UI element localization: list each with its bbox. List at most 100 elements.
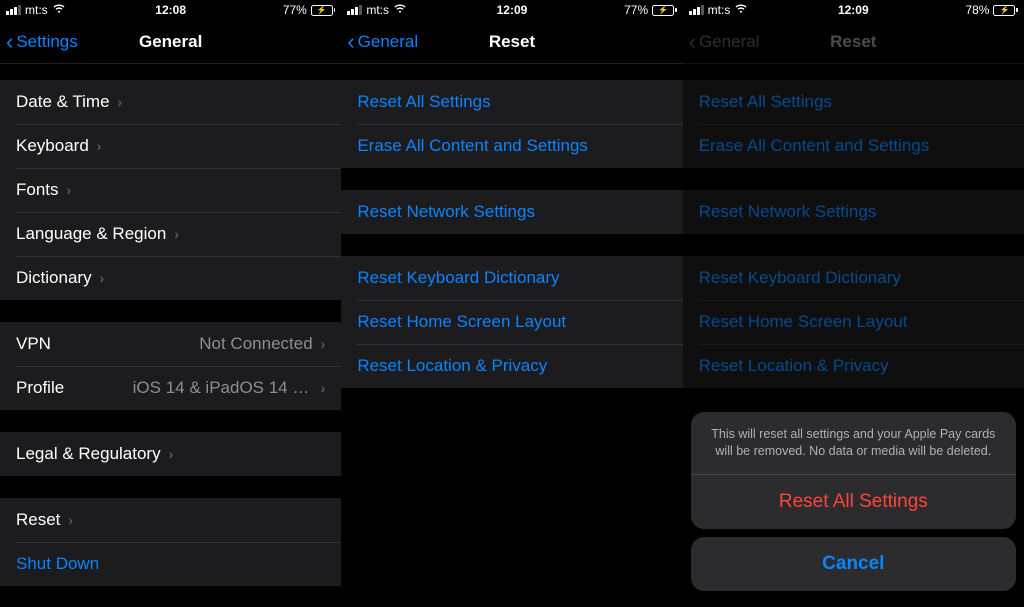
action-sheet-cancel-group: Cancel — [691, 537, 1016, 591]
signal-icon — [6, 5, 21, 15]
list-row[interactable]: Fonts › — [0, 168, 341, 212]
wifi-icon — [52, 3, 66, 17]
list-row[interactable]: Reset Network Settings — [341, 190, 682, 234]
row-label: Reset Location & Privacy — [357, 356, 547, 376]
back-button[interactable]: ‹ General — [341, 31, 418, 53]
list-row[interactable]: Reset Home Screen Layout — [341, 300, 682, 344]
group-legal: Legal & Regulatory› — [0, 432, 341, 476]
group-reset-all: Reset All SettingsErase All Content and … — [683, 80, 1024, 168]
nav-bar: ‹ Settings General — [0, 20, 341, 64]
row-label: Keyboard — [16, 136, 89, 156]
battery-pct-label: 77% — [624, 3, 648, 17]
signal-icon — [347, 5, 362, 15]
row-label: Language & Region — [16, 224, 166, 244]
chevron-right-icon: › — [100, 270, 105, 286]
clock-label: 12:09 — [838, 3, 869, 17]
nav-bar: ‹ General Reset — [683, 20, 1024, 64]
signal-icon — [689, 5, 704, 15]
list-row[interactable]: Reset Keyboard Dictionary — [683, 256, 1024, 300]
chevron-right-icon: › — [174, 226, 179, 242]
screen-reset-confirm: mt:s 12:09 78% ⚡ ‹ General Reset Reset A… — [683, 0, 1024, 607]
chevron-right-icon: › — [321, 336, 326, 352]
row-label: Reset Keyboard Dictionary — [699, 268, 901, 288]
action-sheet-message: This will reset all settings and your Ap… — [691, 412, 1016, 475]
chevron-left-icon: ‹ — [6, 31, 13, 53]
list-row[interactable]: Erase All Content and Settings — [341, 124, 682, 168]
group-reset-misc: Reset Keyboard Dictionary Reset Home Scre… — [683, 256, 1024, 388]
group-reset-all: Reset All Settings Erase All Content and … — [341, 80, 682, 168]
group-datetime: Date & Time›Keyboard›Fonts›Language & Re… — [0, 80, 341, 300]
group-reset: Reset › Shut Down — [0, 498, 341, 586]
list-row[interactable]: Erase All Content and Settings — [683, 124, 1024, 168]
row-label: Reset All Settings — [357, 92, 490, 112]
chevron-left-icon: ‹ — [689, 31, 696, 53]
row-value: Not Connected — [199, 334, 312, 354]
list-row[interactable]: Reset Home Screen Layout — [683, 300, 1024, 344]
row-label: Date & Time — [16, 92, 110, 112]
wifi-icon — [393, 3, 407, 17]
nav-title: Reset — [489, 32, 535, 52]
reset-list: Reset All SettingsErase All Content and … — [683, 80, 1024, 388]
list-row[interactable]: VPN Not Connected › — [0, 322, 341, 366]
screen-reset: mt:s 12:09 77% ⚡ ‹ General Reset Reset A… — [341, 0, 682, 607]
row-label: Fonts — [16, 180, 59, 200]
carrier-label: mt:s — [708, 3, 731, 17]
clock-label: 12:08 — [155, 3, 186, 17]
back-button[interactable]: ‹ Settings — [0, 31, 78, 53]
back-button: ‹ General — [683, 31, 760, 53]
row-label: Reset Keyboard Dictionary — [357, 268, 559, 288]
chevron-right-icon: › — [169, 446, 174, 462]
clock-label: 12:09 — [497, 3, 528, 17]
nav-title: General — [139, 32, 202, 52]
group-vpn: VPN Not Connected › Profile iOS 14 & iPadOS … — [0, 322, 341, 410]
row-label: Erase All Content and Settings — [357, 136, 588, 156]
list-row[interactable]: Reset Keyboard Dictionary — [341, 256, 682, 300]
list-row[interactable]: Date & Time› — [0, 80, 341, 124]
list-row[interactable]: Reset Location & Privacy — [341, 344, 682, 388]
list-row[interactable]: Dictionary › — [0, 256, 341, 300]
reset-all-settings-button[interactable]: Reset All Settings — [691, 475, 1016, 529]
list-row[interactable]: Reset › — [0, 498, 341, 542]
row-label: Reset — [16, 510, 60, 530]
list-row[interactable]: Reset Network Settings — [683, 190, 1024, 234]
nav-title: Reset — [830, 32, 876, 52]
status-bar: mt:s 12:09 77% ⚡ — [341, 0, 682, 20]
nav-bar: ‹ General Reset — [341, 20, 682, 64]
list-row[interactable]: Legal & Regulatory› — [0, 432, 341, 476]
status-bar: mt:s 12:08 77% ⚡ — [0, 0, 341, 20]
row-value: iOS 14 & iPadOS 14 Beta Softwar... — [133, 378, 313, 398]
list-row[interactable]: Profile iOS 14 & iPadOS 14 Beta Softwar..… — [0, 366, 341, 410]
list-row[interactable]: Language & Region › — [0, 212, 341, 256]
settings-list: Date & Time›Keyboard›Fonts›Language & Re… — [0, 80, 341, 586]
list-row[interactable]: Reset All Settings — [683, 80, 1024, 124]
row-label: VPN — [16, 334, 51, 354]
back-label: Settings — [16, 32, 77, 52]
action-sheet: This will reset all settings and your Ap… — [691, 412, 1016, 599]
chevron-right-icon: › — [67, 182, 72, 198]
list-row[interactable]: Keyboard› — [0, 124, 341, 168]
list-row[interactable]: Reset Location & Privacy — [683, 344, 1024, 388]
row-label: Shut Down — [16, 554, 99, 574]
list-row[interactable]: Reset All Settings — [341, 80, 682, 124]
row-label: Dictionary — [16, 268, 92, 288]
row-label: Reset Location & Privacy — [699, 356, 889, 376]
row-label: Reset Network Settings — [357, 202, 535, 222]
wifi-icon — [734, 3, 748, 17]
carrier-label: mt:s — [25, 3, 48, 17]
back-label: General — [699, 32, 759, 52]
row-label: Profile — [16, 378, 64, 398]
group-reset-network: Reset Network Settings — [683, 190, 1024, 234]
chevron-left-icon: ‹ — [347, 31, 354, 53]
row-label: Reset Home Screen Layout — [699, 312, 908, 332]
row-label: Reset Network Settings — [699, 202, 877, 222]
screen-general: mt:s 12:08 77% ⚡ ‹ Settings General Date… — [0, 0, 341, 607]
chevron-right-icon: › — [321, 380, 326, 396]
battery-icon: ⚡ — [993, 5, 1018, 16]
list-row[interactable]: Shut Down — [0, 542, 341, 586]
action-sheet-main: This will reset all settings and your Ap… — [691, 412, 1016, 529]
chevron-right-icon: › — [68, 512, 73, 528]
cancel-button[interactable]: Cancel — [691, 537, 1016, 591]
carrier-label: mt:s — [366, 3, 389, 17]
battery-icon: ⚡ — [652, 5, 677, 16]
reset-list: Reset All Settings Erase All Content and … — [341, 80, 682, 388]
